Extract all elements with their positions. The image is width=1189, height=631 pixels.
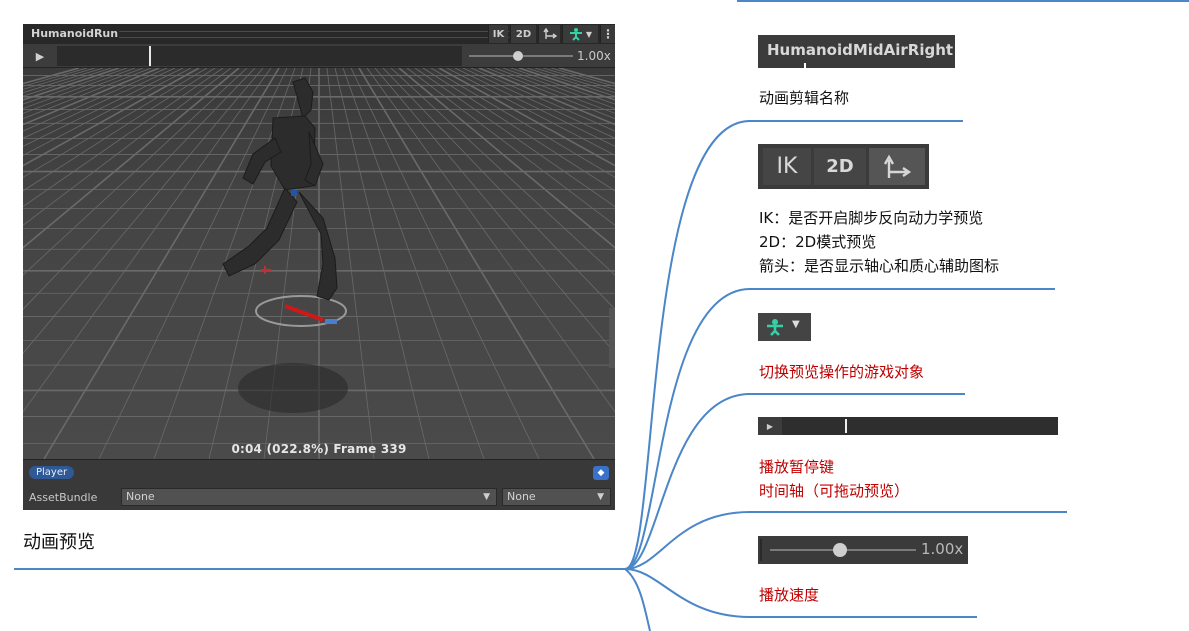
chevron-down-icon: ▼	[597, 492, 604, 502]
chevron-down-icon: ▼	[585, 29, 593, 39]
avatar-selector-button[interactable]: ▼	[562, 25, 598, 43]
crop-ik-button: IK	[763, 148, 811, 185]
avatar-figure-icon	[767, 319, 783, 336]
kebab-menu-icon[interactable]: ⋮	[600, 25, 615, 43]
timeline-bar: ▶ 1.00x	[23, 44, 615, 68]
side-gizmo	[609, 308, 615, 368]
clip-name-crop: HumanoidMidAirRight	[758, 35, 955, 68]
arrow-desc: 箭头：是否显示轴心和质心辅助图标	[759, 257, 1000, 275]
grid-floor	[23, 68, 615, 459]
speed-crop: 1.00x	[758, 536, 968, 564]
chevron-down-icon: ▼	[792, 319, 800, 330]
crop-playhead	[845, 419, 847, 433]
clip-name-crop-text: HumanoidMidAirRight	[767, 41, 954, 59]
play-button[interactable]: ▶	[27, 48, 53, 64]
speed-label: 播放速度	[759, 586, 820, 604]
crop-speed-value: 1.00x	[921, 540, 964, 558]
ik-toggle-button[interactable]: IK	[488, 25, 508, 43]
center-of-mass-icon	[291, 190, 297, 196]
crop-divider	[760, 539, 762, 561]
preview-viewport[interactable]: 0:04 (022.8%) Frame 339	[23, 68, 615, 459]
timeline-scrubber[interactable]	[57, 46, 462, 66]
crop-speed-knob	[833, 543, 847, 557]
ik-desc: IK：是否开启脚步反向动力学预览	[759, 209, 984, 227]
crop-pivot-button	[869, 148, 925, 185]
play-icon: ▶	[758, 417, 782, 435]
playhead[interactable]	[149, 46, 151, 66]
preview-title-bar: HumanoidRun IK 2D ▼ ⋮	[23, 24, 615, 44]
animation-preview-panel: HumanoidRun IK 2D ▼ ⋮ ▶ 1.00x 0:04 (022.…	[23, 24, 615, 510]
tag-icon[interactable]: ◆	[593, 466, 609, 480]
asset-bundle-value: None	[126, 490, 155, 503]
avatar-figure-icon	[569, 28, 582, 41]
title-grip	[119, 31, 509, 38]
clip-name-label: 动画剪辑名称	[759, 89, 850, 107]
2d-toggle-button[interactable]: 2D	[510, 25, 536, 43]
pivot-toggle-button[interactable]	[538, 25, 560, 43]
left-caption: 动画预览	[23, 532, 95, 553]
chevron-down-icon: ▼	[483, 492, 490, 502]
blue-marker	[325, 319, 337, 324]
asset-bundle-bar: Player ◆ AssetBundle None ▼ None ▼	[23, 459, 615, 510]
pivot-arrows-icon	[883, 154, 912, 178]
pivot-arrows-icon	[542, 28, 557, 39]
asset-bundle-variant-value: None	[507, 490, 536, 503]
play-pause-label: 播放暂停键	[759, 458, 835, 476]
avatar-crop: ▼	[758, 313, 811, 341]
asset-bundle-label: AssetBundle	[29, 491, 98, 504]
character-shadow	[238, 363, 348, 413]
2d-desc: 2D：2D模式预览	[759, 233, 877, 251]
clip-title: HumanoidRun	[31, 27, 119, 40]
asset-bundle-dropdown[interactable]: None ▼	[121, 488, 497, 506]
asset-bundle-variant-dropdown[interactable]: None ▼	[502, 488, 611, 506]
player-badge[interactable]: Player	[29, 466, 75, 479]
switch-object-label: 切换预览操作的游戏对象	[759, 363, 925, 381]
toggle-buttons-crop: IK 2D	[758, 144, 929, 189]
speed-value: 1.00x	[577, 49, 611, 63]
timeline-label: 时间轴（可拖动预览）	[759, 482, 910, 500]
crop-playhead	[804, 63, 806, 68]
frame-info: 0:04 (022.8%) Frame 339	[231, 442, 407, 456]
speed-slider-knob[interactable]	[512, 51, 523, 61]
crop-2d-button: 2D	[814, 148, 866, 185]
timeline-crop: ▶	[758, 417, 1058, 435]
